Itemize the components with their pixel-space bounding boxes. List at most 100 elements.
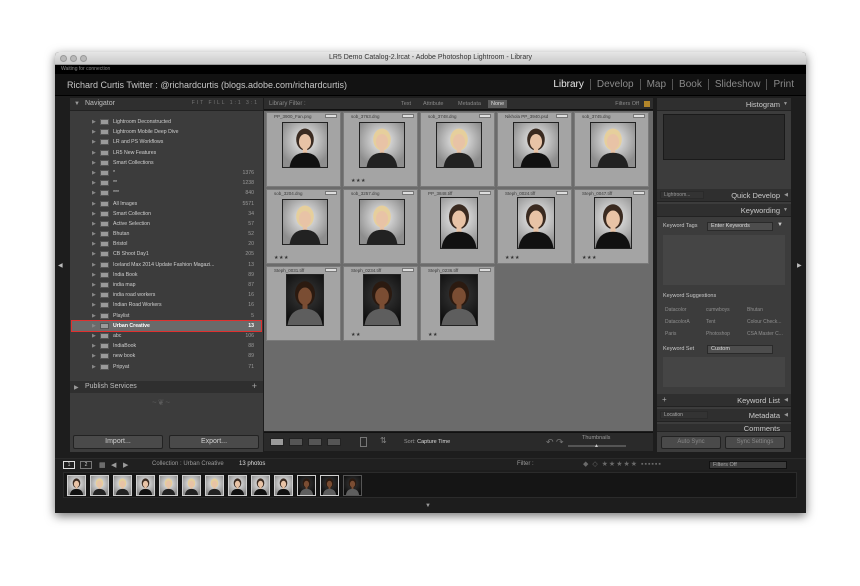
filmstrip-toggle-icon[interactable]: ▼ [425, 503, 431, 509]
module-library[interactable]: Library [547, 79, 591, 90]
photo-thumbnail[interactable] [594, 197, 632, 249]
disclosure-triangle-icon[interactable]: ▶ [92, 241, 96, 247]
filter-option-attribute[interactable]: Attribute [420, 100, 446, 108]
disclosure-triangle-icon[interactable]: ▶ [92, 272, 96, 278]
photo-cell[interactable]: sob_3763.dng ★★★ [343, 112, 418, 187]
filmstrip-filter-select[interactable]: Filters Off [709, 461, 787, 469]
photo-cell[interactable]: Steph_0047.tiff ★★★ [574, 189, 649, 264]
sync-settings-button[interactable]: Sync Settings [725, 436, 785, 449]
disclosure-triangle-icon[interactable]: ▶ [92, 221, 96, 227]
sort-control[interactable]: Sort: Capture Time [404, 439, 450, 445]
filters-off-preset[interactable]: Filters Off [615, 101, 639, 107]
keyword-suggestion[interactable]: Paris [665, 331, 676, 337]
keyword-suggestion[interactable]: CSA Master C... [747, 331, 783, 337]
disclosure-triangle-icon[interactable]: ▶ [92, 251, 96, 257]
photo-badge-icon[interactable] [325, 114, 337, 118]
photo-thumbnail[interactable] [359, 122, 405, 168]
collection-row[interactable]: ▶ *** 840 [72, 188, 261, 198]
disclosure-triangle-icon[interactable]: ▶ [92, 343, 96, 349]
disclosure-triangle-icon[interactable]: ▶ [92, 353, 96, 359]
navigator-header[interactable]: ▼ Navigator FIT FILL 1:1 3:1 [70, 98, 263, 111]
saved-preset-select[interactable]: Lightroom... [660, 191, 704, 199]
disclosure-triangle-icon[interactable]: ▶ [92, 129, 96, 135]
grid-icon[interactable]: ▦ [99, 461, 106, 469]
keyword-tags-menu-icon[interactable]: ▼ [777, 222, 783, 228]
disclosure-triangle-icon[interactable]: ▶ [92, 282, 96, 288]
import-button[interactable]: Import... [73, 435, 163, 449]
filmstrip-thumbnail[interactable] [228, 475, 247, 496]
disclosure-triangle-icon[interactable]: ▶ [92, 180, 96, 186]
photo-badge-icon[interactable] [633, 191, 645, 195]
photo-badge-icon[interactable] [479, 191, 491, 195]
photo-badge-icon[interactable] [556, 191, 568, 195]
module-map[interactable]: Map [641, 79, 674, 90]
keyword-suggestion[interactable]: Datacolor [665, 307, 686, 313]
filter-option-none[interactable]: None [488, 100, 508, 108]
photo-cell[interactable]: PP_3848.tiff [420, 189, 495, 264]
keyword-suggestion[interactable]: Bhutan [747, 307, 763, 313]
filmstrip-thumbnail[interactable] [343, 475, 362, 496]
filmstrip-thumbnail[interactable] [205, 475, 224, 496]
photo-thumbnail[interactable] [286, 274, 324, 326]
filmstrip-thumbnail[interactable] [274, 475, 293, 496]
collection-row[interactable]: ▶ Bristol 20 [72, 239, 261, 249]
collection-row[interactable]: ▶ LR5 New Features [72, 148, 261, 158]
photo-badge-icon[interactable] [402, 114, 414, 118]
rating-filter-stars[interactable]: ◆ ◇ ★★★★★ ▪▪▪▪▪▪ [583, 460, 662, 468]
collection-row[interactable]: ▶ Urban Creative 13 [71, 319, 262, 332]
disclosure-triangle-icon[interactable]: ▶ [92, 231, 96, 237]
filmstrip-thumbnail[interactable] [67, 475, 86, 496]
disclosure-triangle-icon[interactable]: ▶ [92, 139, 96, 145]
rotate-icon[interactable]: ↶ ↷ [546, 437, 564, 448]
second-screen-button[interactable]: 2 [80, 461, 92, 469]
disclosure-triangle-icon[interactable]: ▶ [92, 170, 96, 176]
photo-thumbnail[interactable] [282, 199, 328, 245]
forward-arrow-icon[interactable]: ▶ [123, 461, 128, 469]
add-keyword-icon[interactable]: + [662, 395, 667, 404]
photo-thumbnail[interactable] [517, 197, 555, 249]
disclosure-triangle-icon[interactable]: ▶ [92, 190, 96, 196]
photo-thumbnail[interactable] [440, 197, 478, 249]
filter-option-metadata[interactable]: Metadata [455, 100, 484, 108]
collection-row[interactable]: ▶ india map 87 [72, 280, 261, 290]
collection-row[interactable]: ▶ LR and PS Workflows [72, 137, 261, 147]
photo-badge-icon[interactable] [633, 114, 645, 118]
collection-row[interactable]: ▶ Iceland Max 2014 Update Fashion Magazi.… [72, 260, 261, 270]
keyword-tags-select[interactable]: Enter Keywords [707, 222, 773, 231]
collection-row[interactable]: ▶ India Book 89 [72, 270, 261, 280]
filter-option-text[interactable]: Text [398, 100, 414, 108]
photo-cell[interactable]: Nikhola PP_3940.psd [497, 112, 572, 187]
disclosure-triangle-icon[interactable]: ▶ [92, 292, 96, 298]
photo-thumbnail[interactable] [440, 274, 478, 326]
right-panel-toggle-icon[interactable]: ▶ [797, 262, 802, 269]
navigator-zoom-options[interactable]: FIT FILL 1:1 3:1 [192, 100, 259, 106]
filter-lock-icon[interactable] [644, 101, 650, 107]
photo-thumbnail[interactable] [282, 122, 328, 168]
filmstrip-source[interactable]: Collection : Urban Creative [152, 461, 224, 467]
keyword-suggestion[interactable]: Photoshop [706, 331, 730, 337]
collection-row[interactable]: ▶ Lightroom Deconstructed [72, 117, 261, 127]
collection-row[interactable]: ▶ * 1376 [72, 168, 261, 178]
photo-cell[interactable]: Steph_0024.tiff ★★★ [497, 189, 572, 264]
photo-badge-icon[interactable] [479, 114, 491, 118]
photo-cell[interactable]: Steph_0236.tiff ★★ [420, 266, 495, 341]
collection-row[interactable]: ▶ Pripyat 71 [72, 362, 261, 372]
disclosure-triangle-icon[interactable]: ▶ [92, 211, 96, 217]
collection-row[interactable]: ▶ Active Selection 57 [72, 219, 261, 229]
collection-row[interactable]: ▶ ** 1238 [72, 178, 261, 188]
photo-thumbnail[interactable] [363, 274, 401, 326]
filmstrip-thumbnail[interactable] [182, 475, 201, 496]
module-develop[interactable]: Develop [591, 79, 641, 90]
disclosure-triangle-icon[interactable]: ▶ [92, 364, 96, 370]
collection-row[interactable]: ▶ Smart Collection 34 [72, 209, 261, 219]
back-arrow-icon[interactable]: ◀ [111, 461, 116, 469]
disclosure-triangle-icon[interactable]: ▶ [92, 150, 96, 156]
survey-view-button[interactable] [327, 438, 341, 446]
photo-thumbnail[interactable] [359, 199, 405, 245]
photo-cell[interactable]: sob_3748.dng [420, 112, 495, 187]
filmstrip-thumbnail[interactable] [159, 475, 178, 496]
photo-cell[interactable]: sob_3745.dng [574, 112, 649, 187]
export-button[interactable]: Export... [169, 435, 259, 449]
painter-icon[interactable] [360, 437, 367, 447]
module-slideshow[interactable]: Slideshow [709, 79, 768, 90]
